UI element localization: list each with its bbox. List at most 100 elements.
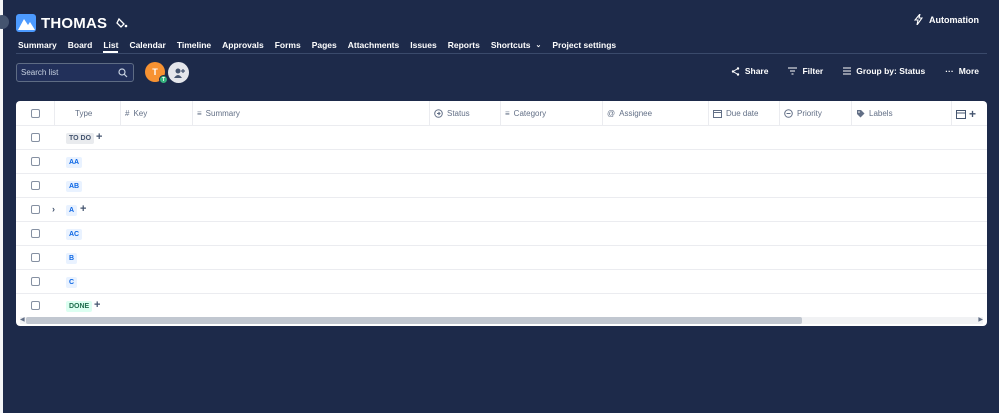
avatar[interactable]: T T — [145, 62, 168, 84]
tab-calendar[interactable]: Calendar — [129, 38, 165, 52]
tab-summary[interactable]: Summary — [18, 38, 57, 52]
tab-issues[interactable]: Issues — [410, 38, 436, 52]
column-due-date[interactable]: Due date — [709, 101, 780, 126]
group-row-ab: AB — [16, 174, 987, 198]
category-icon: ≡ — [505, 109, 510, 118]
group-row-b: B — [16, 246, 987, 270]
row-checkbox[interactable] — [31, 229, 40, 238]
project-logo-icon — [16, 14, 36, 32]
share-label: Share — [744, 66, 769, 76]
more-icon: ··· — [945, 66, 954, 76]
tab-board[interactable]: Board — [68, 38, 93, 52]
status-badge: B — [66, 253, 78, 264]
row-checkbox[interactable] — [31, 133, 40, 142]
tabs-divider — [16, 53, 987, 54]
add-item-icon[interactable]: + — [80, 204, 86, 215]
filter-label: Filter — [802, 66, 824, 76]
priority-icon — [784, 109, 793, 118]
automation-button[interactable]: Automation — [914, 14, 979, 25]
list-table: Type # Key ≡ Summary Status ≡ Category @… — [16, 101, 987, 326]
calendar-settings-icon[interactable] — [956, 109, 966, 119]
add-people-button[interactable] — [168, 62, 189, 83]
search-input[interactable]: Search list — [16, 63, 134, 82]
horizontal-scrollbar[interactable]: ◀ ▶ — [20, 317, 983, 324]
row-checkbox[interactable] — [31, 205, 40, 214]
group-row-a: › A + — [16, 198, 987, 222]
filter-icon — [788, 67, 798, 75]
status-badge: AA — [66, 157, 83, 168]
column-category-label: Category — [513, 109, 547, 118]
chevron-right-icon[interactable]: › — [52, 204, 55, 214]
column-summary[interactable]: ≡ Summary — [193, 101, 430, 126]
column-due-date-label: Due date — [726, 109, 759, 118]
column-status[interactable]: Status — [430, 101, 501, 126]
row-checkbox[interactable] — [31, 181, 40, 190]
row-checkbox[interactable] — [31, 301, 40, 310]
at-icon: @ — [607, 109, 616, 118]
column-key[interactable]: # Key — [121, 101, 193, 126]
scrollbar-thumb[interactable] — [26, 317, 802, 324]
column-priority[interactable]: Priority — [780, 101, 852, 126]
status-badge: A — [66, 205, 78, 216]
toolbar-actions: Share Filter Group by: Status ··· More — [711, 66, 979, 76]
group-row-aa: AA — [16, 150, 987, 174]
status-badge: AB — [66, 181, 83, 192]
scroll-left-icon[interactable]: ◀ — [20, 317, 25, 324]
project-header: THOMAS — [16, 12, 128, 34]
project-title: THOMAS — [41, 14, 108, 32]
column-category[interactable]: ≡ Category — [501, 101, 603, 126]
column-type-label: Type — [75, 109, 93, 118]
filter-button[interactable]: Filter — [788, 66, 823, 76]
row-checkbox[interactable] — [31, 277, 40, 286]
group-row-todo: TO DO + — [16, 126, 987, 150]
tab-shortcuts[interactable]: Shortcuts ⌄ — [491, 38, 542, 52]
tab-reports[interactable]: Reports — [448, 38, 480, 52]
tab-project-settings[interactable]: Project settings — [552, 38, 616, 52]
left-edge — [0, 0, 3, 413]
status-badge: C — [66, 277, 78, 288]
column-actions: + — [952, 101, 987, 126]
more-label: More — [958, 66, 979, 76]
group-icon — [843, 67, 852, 75]
group-by-button[interactable]: Group by: Status — [843, 66, 925, 76]
calendar-icon — [713, 109, 722, 118]
column-status-label: Status — [447, 109, 470, 118]
add-item-icon[interactable]: + — [94, 300, 100, 311]
tab-timeline[interactable]: Timeline — [177, 38, 211, 52]
tab-attachments[interactable]: Attachments — [348, 38, 399, 52]
search-icon — [118, 67, 128, 77]
table-header: Type # Key ≡ Summary Status ≡ Category @… — [16, 101, 987, 126]
add-item-icon[interactable]: + — [96, 132, 102, 143]
column-key-label: Key — [133, 109, 148, 118]
sidebar-collapse-handle[interactable] — [0, 15, 9, 29]
project-tabs: Summary Board List Calendar Timeline App… — [18, 38, 627, 53]
column-labels[interactable]: Labels — [852, 101, 952, 126]
status-icon — [434, 109, 443, 118]
add-person-icon — [173, 68, 185, 78]
column-assignee[interactable]: @ Assignee — [603, 101, 709, 126]
group-row-done: DONE + — [16, 294, 987, 318]
row-checkbox[interactable] — [31, 253, 40, 262]
automation-label: Automation — [929, 14, 979, 25]
group-by-label: Group by: Status — [856, 66, 926, 76]
column-type[interactable]: Type — [55, 101, 121, 126]
lightning-icon — [914, 14, 923, 25]
add-column-icon[interactable]: + — [969, 107, 976, 121]
paint-bucket-icon[interactable] — [116, 17, 128, 29]
tab-approvals[interactable]: Approvals — [222, 38, 264, 52]
avatar-badge: T — [159, 75, 168, 84]
tab-list[interactable]: List — [103, 38, 119, 53]
select-all-checkbox[interactable] — [30, 109, 40, 118]
row-checkbox[interactable] — [31, 157, 40, 166]
share-button[interactable]: Share — [731, 66, 769, 76]
tab-shortcuts-label: Shortcuts — [490, 40, 531, 50]
more-button[interactable]: ··· More — [945, 66, 979, 76]
column-priority-label: Priority — [797, 109, 822, 118]
tab-pages[interactable]: Pages — [312, 38, 337, 52]
text-lines-icon: ≡ — [197, 109, 202, 118]
status-badge: AC — [66, 229, 83, 240]
scroll-right-icon[interactable]: ▶ — [978, 317, 983, 324]
tab-forms[interactable]: Forms — [275, 38, 301, 52]
tag-icon — [856, 109, 865, 118]
share-icon — [731, 66, 740, 76]
